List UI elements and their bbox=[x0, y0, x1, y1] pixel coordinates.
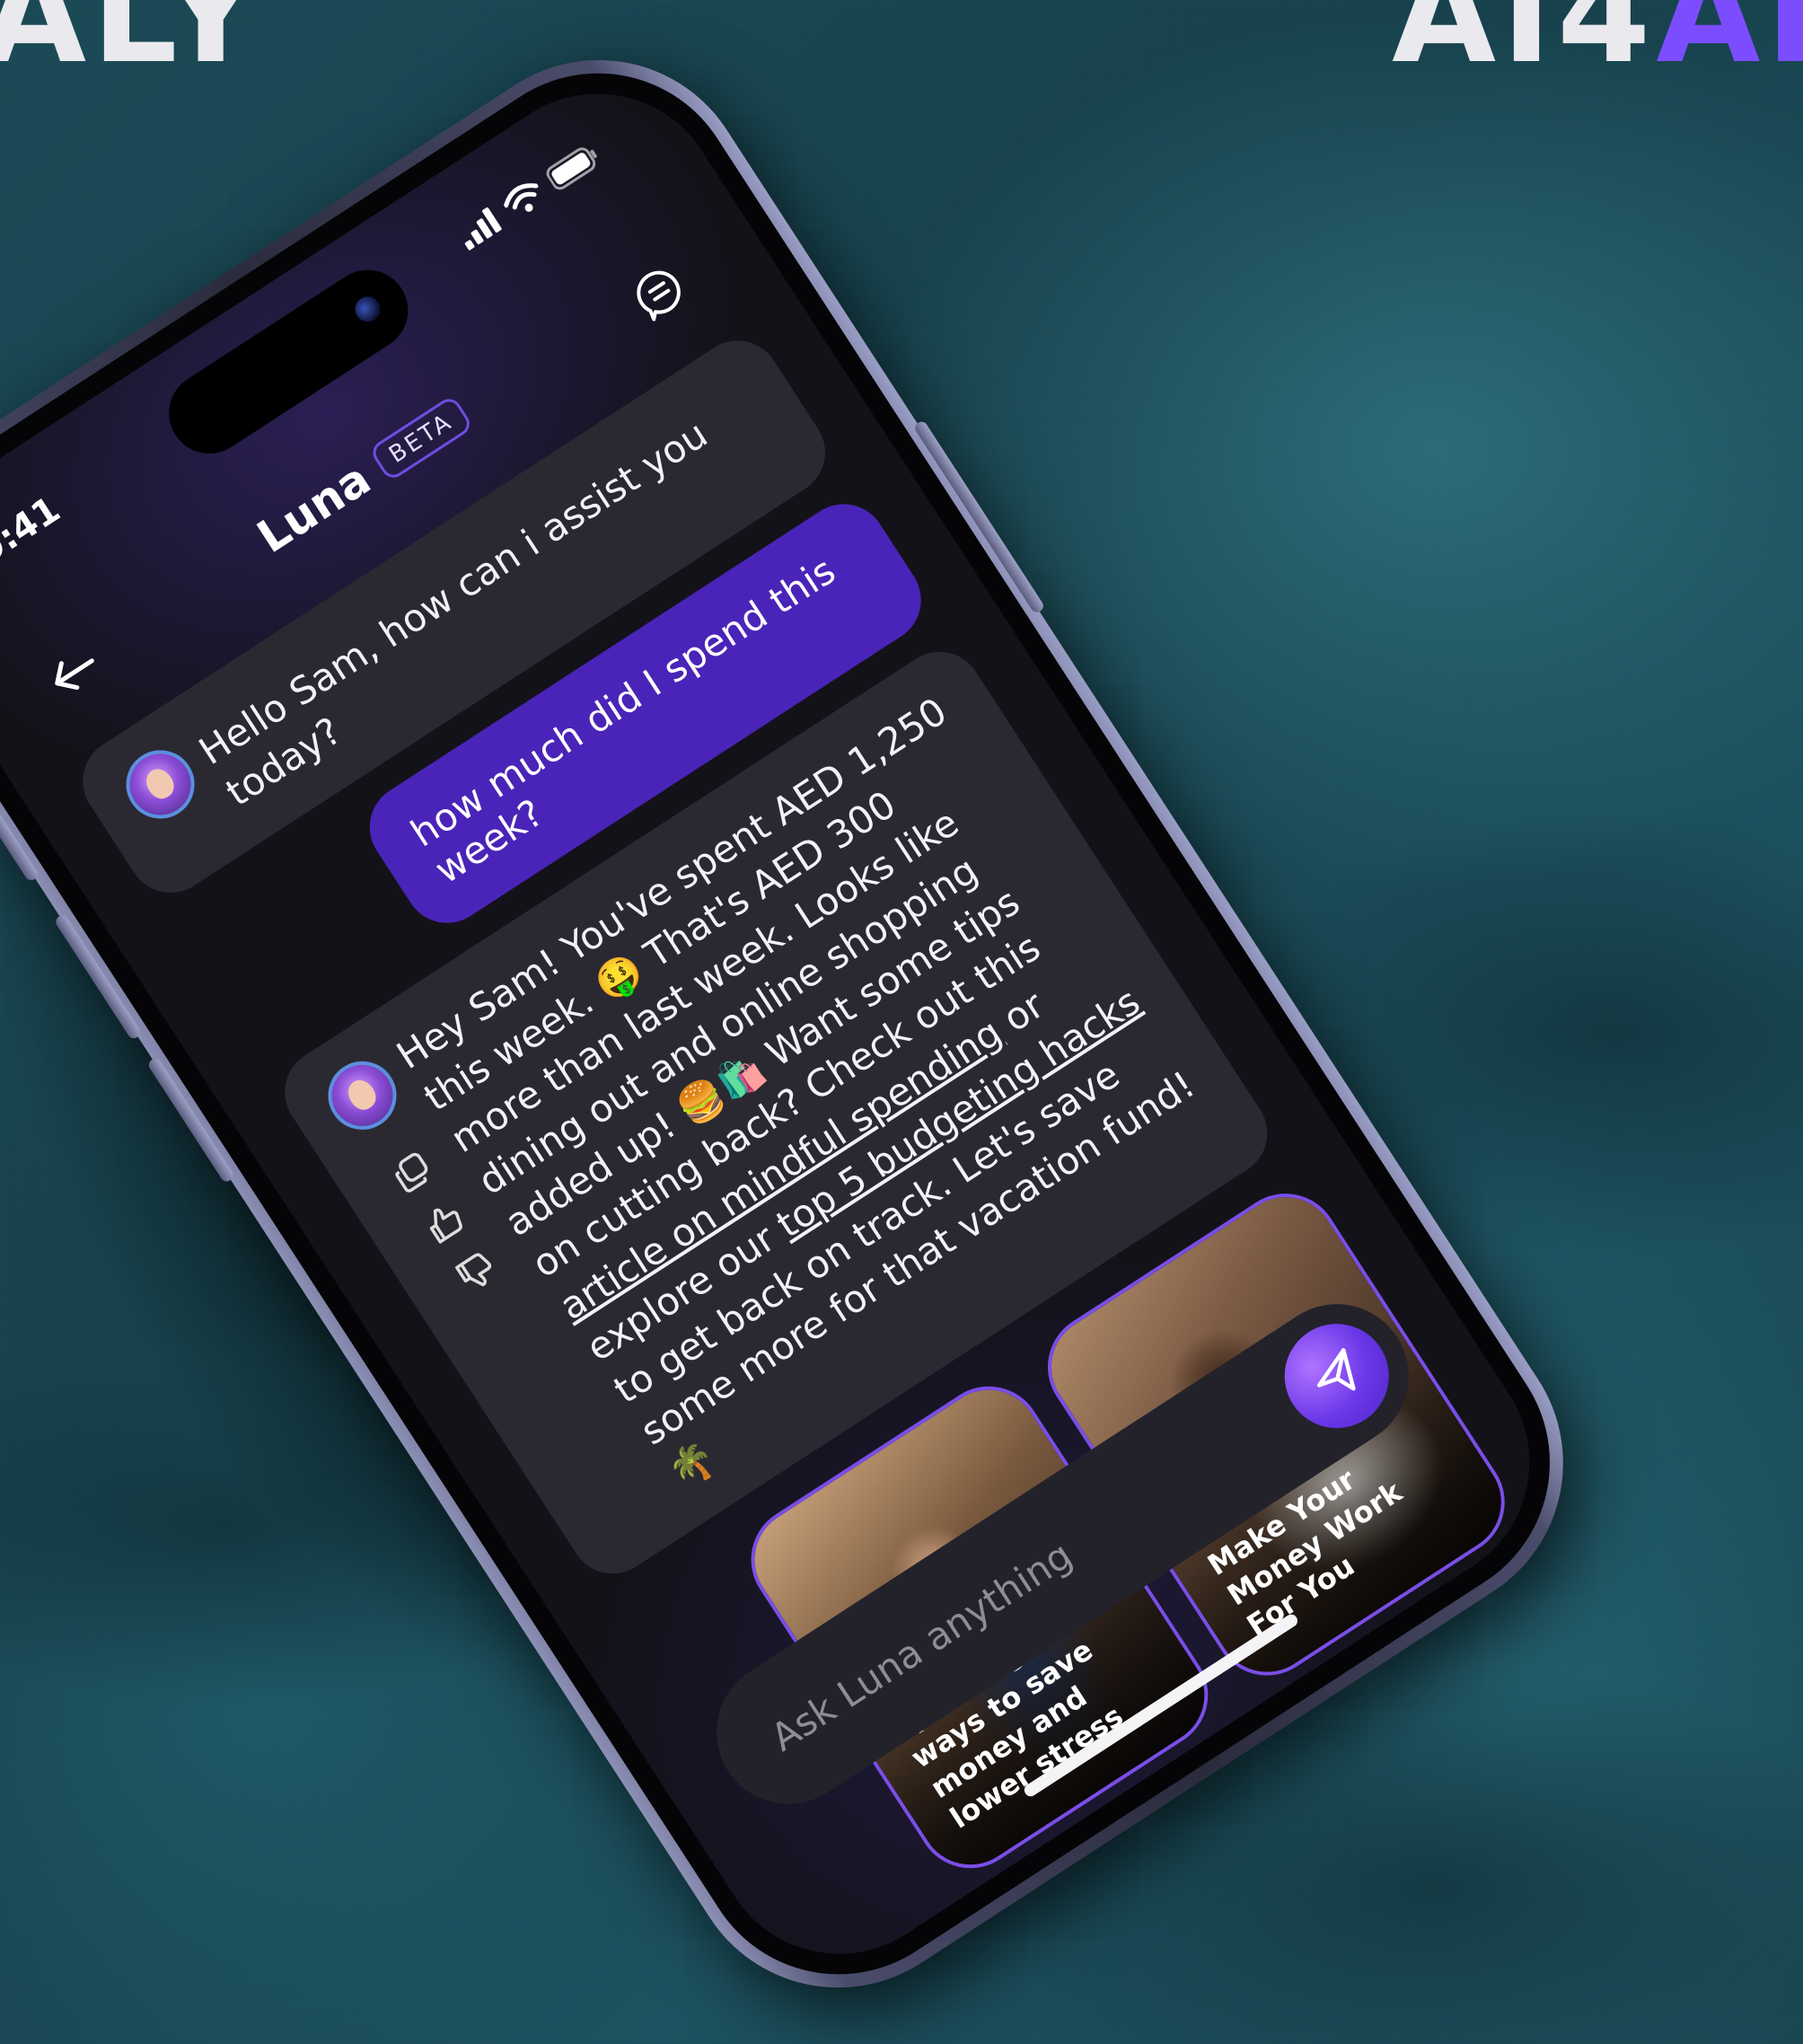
signal-icon bbox=[464, 207, 502, 251]
send-button[interactable] bbox=[1264, 1303, 1409, 1449]
brand-logo-left: ALY bbox=[0, 0, 265, 93]
copy-icon bbox=[395, 1152, 428, 1193]
send-icon bbox=[1316, 1348, 1356, 1391]
chat-history-button[interactable] bbox=[616, 249, 703, 336]
copy-button[interactable] bbox=[385, 1145, 440, 1200]
brand-logo-right: AI4AL bbox=[1392, 0, 1803, 93]
beta-badge: BETA bbox=[368, 394, 474, 483]
wifi-icon bbox=[504, 183, 539, 212]
status-time: 9:41 bbox=[0, 489, 68, 573]
page-title: Luna bbox=[248, 453, 380, 564]
dislike-button[interactable] bbox=[450, 1245, 505, 1300]
camera-icon bbox=[350, 291, 385, 327]
like-button[interactable] bbox=[418, 1194, 472, 1249]
luna-avatar bbox=[113, 736, 208, 833]
luna-avatar bbox=[315, 1048, 410, 1143]
battery-icon bbox=[546, 147, 597, 190]
thumbs-up-icon bbox=[429, 1208, 462, 1244]
thumbs-down-icon bbox=[455, 1253, 492, 1287]
back-button[interactable] bbox=[31, 629, 118, 716]
chat-history-icon bbox=[637, 270, 681, 322]
arrow-left-icon bbox=[55, 658, 94, 691]
